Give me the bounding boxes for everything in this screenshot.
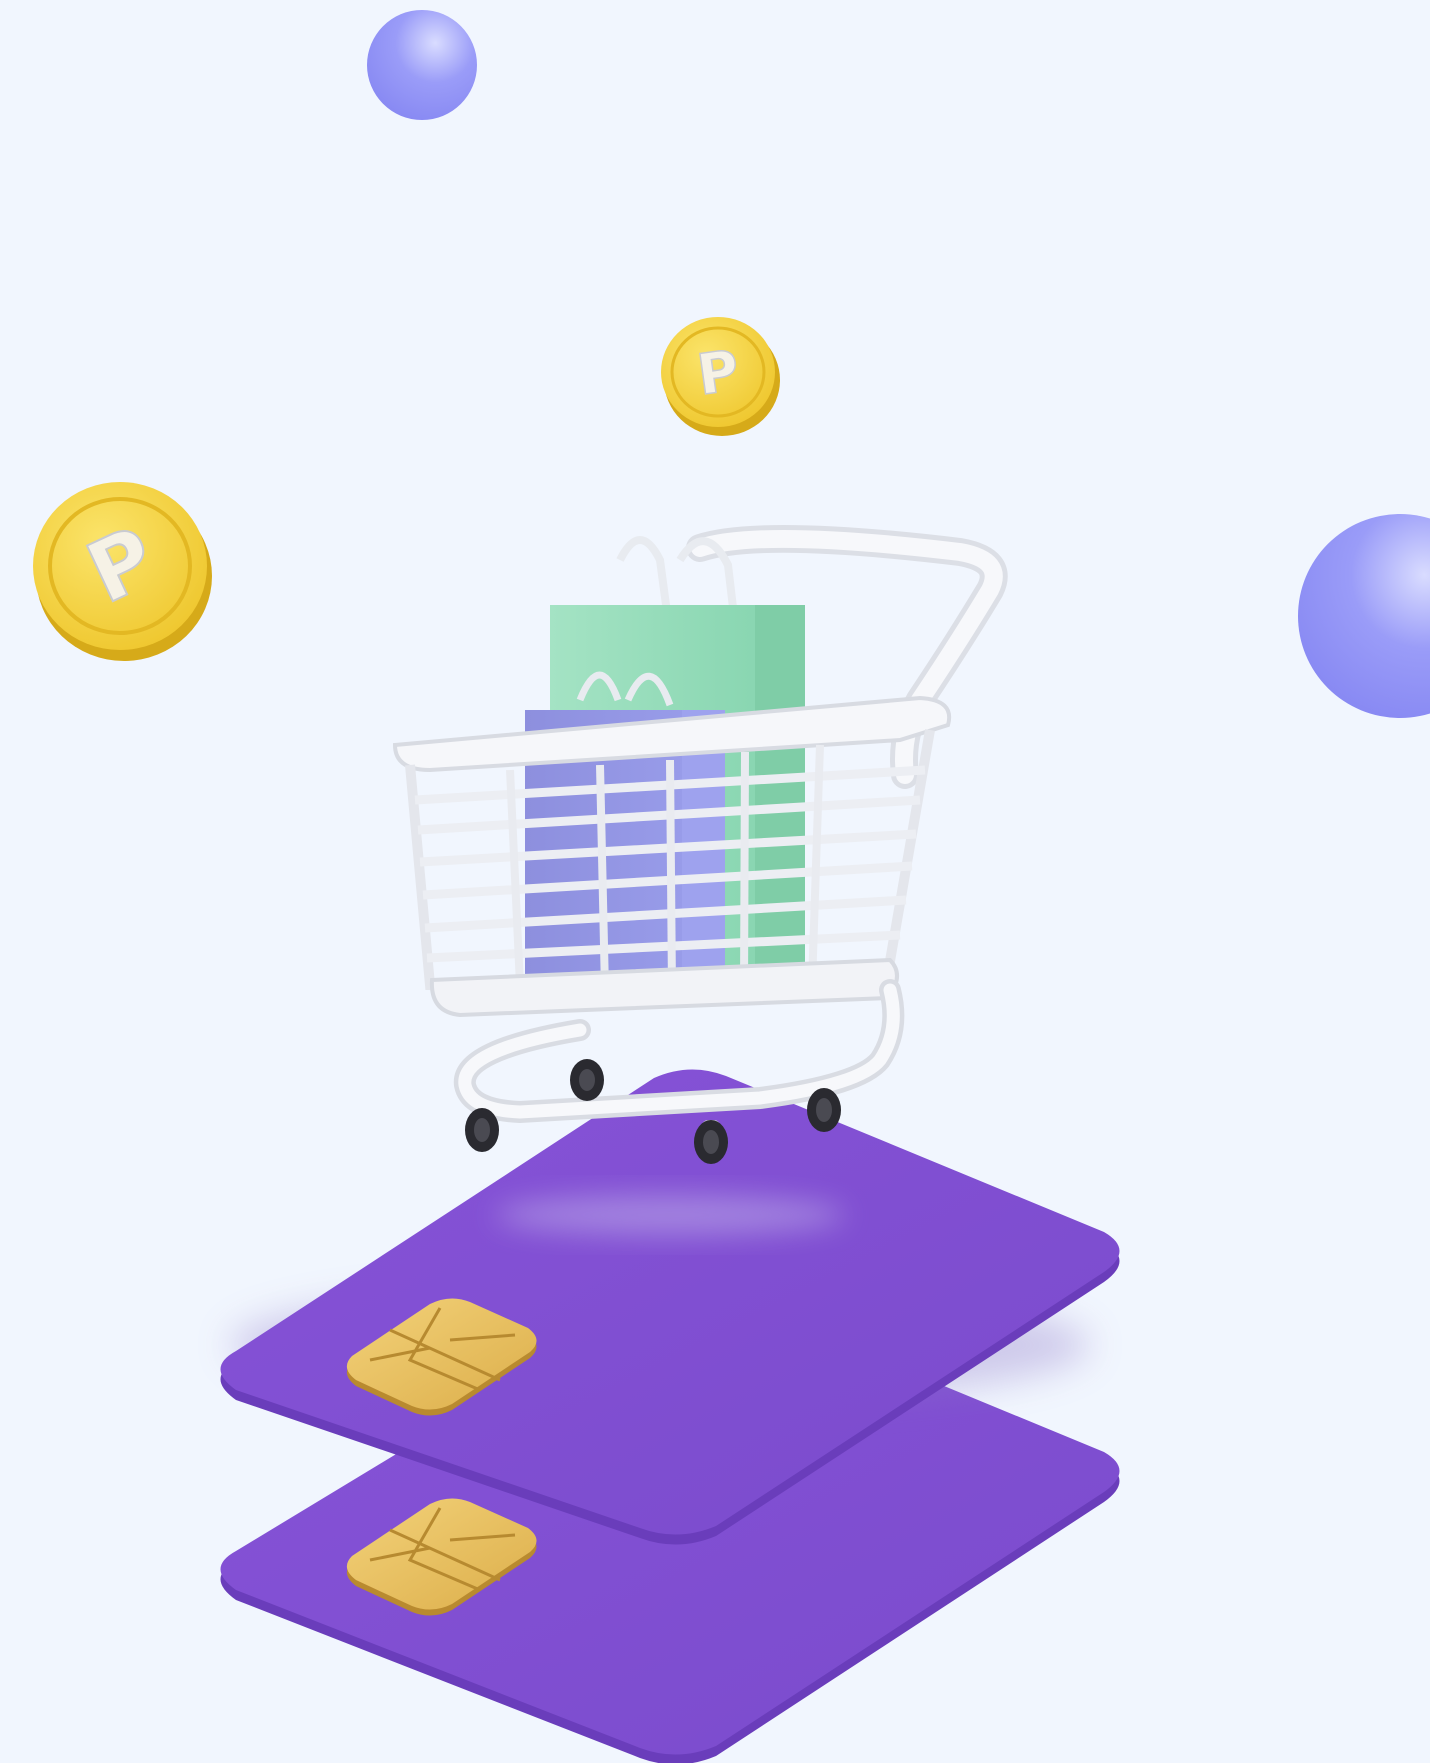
orb-icon	[367, 10, 477, 120]
illustration-scene: P P	[0, 0, 1430, 1763]
